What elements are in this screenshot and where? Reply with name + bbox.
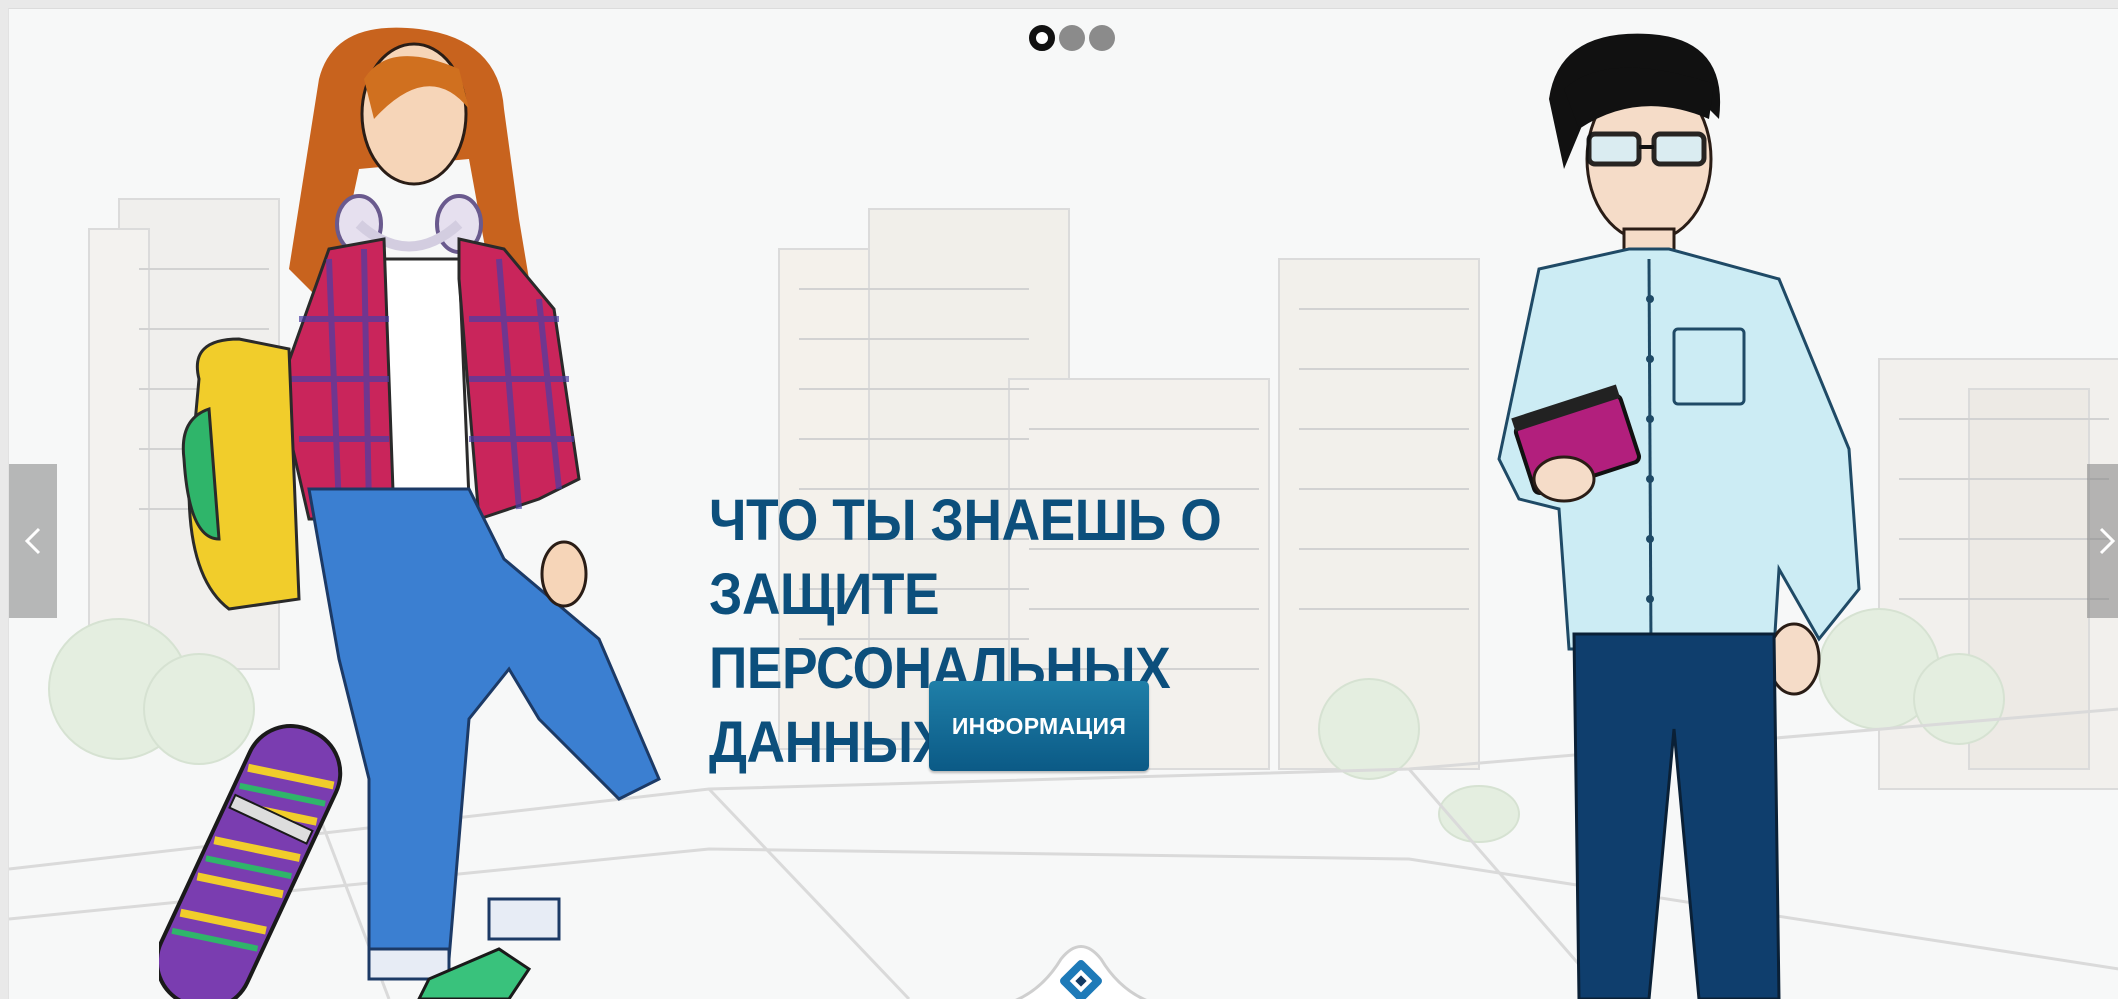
chevron-left-icon — [24, 527, 41, 555]
next-slide-button[interactable] — [2087, 464, 2118, 618]
info-button[interactable]: ИНФОРМАЦИЯ — [929, 681, 1149, 771]
hero-slider: ЧТО ТЫ ЗНАЕШЬ О ЗАЩИТЕ ПЕРСОНАЛЬНЫХ ДАНН… — [8, 8, 2118, 999]
carousel-dot-3[interactable] — [1089, 25, 1115, 51]
carousel-dot-2[interactable] — [1059, 25, 1085, 51]
prev-slide-button[interactable] — [9, 464, 57, 618]
roskomnadzor-logo-icon[interactable] — [971, 929, 1191, 999]
carousel-dot-1[interactable] — [1029, 25, 1055, 51]
headline-line-1: ЧТО ТЫ ЗНАЕШЬ О ЗАЩИТЕ — [709, 488, 1222, 627]
carousel-dots — [1029, 25, 1115, 51]
chevron-right-icon — [2099, 527, 2116, 555]
boy-illustration — [1497, 33, 1861, 999]
girl-illustration — [159, 27, 661, 999]
